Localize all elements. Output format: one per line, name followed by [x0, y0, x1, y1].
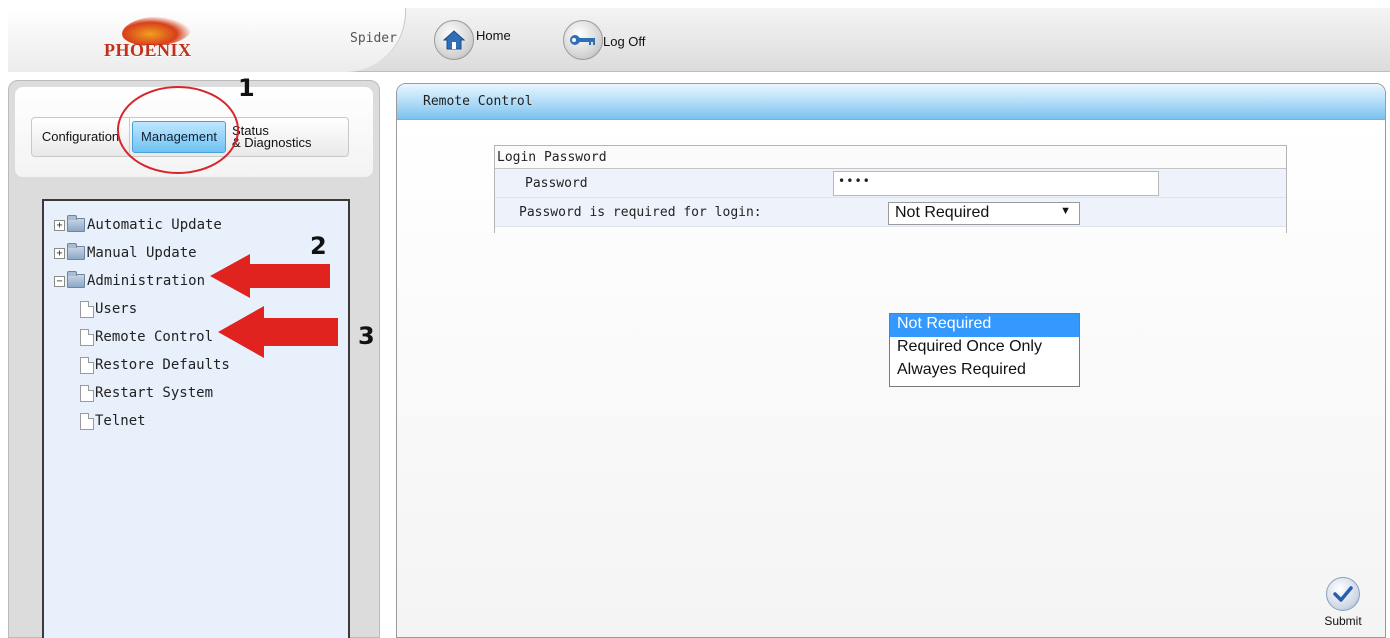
tree-item-label: Remote Control — [95, 329, 214, 345]
tree-item-telnet[interactable]: Telnet — [54, 407, 230, 435]
page-icon — [80, 412, 94, 430]
tree-item-manual-update[interactable]: + Manual Update — [54, 239, 230, 267]
password-field[interactable]: •••• — [833, 171, 1159, 196]
tree-item-automatic-update[interactable]: + Automatic Update — [54, 211, 230, 239]
tab-status-line2: & Diagnostics — [232, 135, 312, 150]
option-required-once-only[interactable]: Required Once Only — [890, 337, 1079, 360]
folder-icon — [67, 243, 85, 260]
logo-text: PHOENIX — [104, 40, 192, 60]
home-button[interactable]: Home — [434, 20, 511, 60]
main-panel: Remote Control Login Password Password •… — [396, 83, 1386, 638]
submit-label: Submit — [1324, 614, 1362, 628]
password-row: Password •••• — [495, 169, 1286, 198]
option-not-required[interactable]: Not Required — [890, 314, 1079, 337]
panel-body: Login Password Password •••• Password is… — [397, 121, 1385, 637]
annotation-number-3: 3 — [358, 322, 375, 350]
password-required-row: Password is required for login: Not Requ… — [495, 198, 1286, 227]
tree-item-label: Administration — [87, 273, 206, 289]
key-icon — [563, 20, 603, 60]
panel-title: Remote Control — [397, 84, 1385, 120]
password-required-select[interactable]: Not Required ▼ — [888, 202, 1080, 225]
dropdown-arrow-icon: ▼ — [1060, 205, 1071, 217]
log-off-label: Log Off — [603, 34, 646, 49]
checkmark-icon — [1326, 577, 1360, 611]
page-icon — [80, 300, 94, 318]
page-icon — [80, 384, 94, 402]
expand-icon[interactable]: + — [54, 219, 65, 231]
folder-icon — [67, 271, 85, 288]
folder-icon — [67, 215, 85, 232]
collapse-icon[interactable]: − — [54, 275, 65, 287]
password-required-label: Password is required for login: — [519, 205, 762, 220]
section-title: Login Password — [495, 146, 1286, 169]
tree-item-restart-system[interactable]: Restart System — [54, 379, 230, 407]
password-required-options: Not Required Required Once Only Alwayes … — [889, 313, 1080, 387]
annotation-arrow-3 — [218, 306, 338, 358]
tree-item-label: Users — [95, 301, 138, 317]
logo-area: PHOENIX — [8, 8, 406, 72]
password-label: Password — [525, 176, 588, 191]
phoenix-logo: PHOENIX — [104, 16, 224, 62]
tab-status-diagnostics[interactable]: Status & Diagnostics — [228, 118, 348, 156]
annotation-circle — [117, 86, 239, 174]
annotation-number-1: 1 — [238, 74, 255, 102]
page-icon — [80, 356, 94, 374]
tree-item-restore-defaults[interactable]: Restore Defaults — [54, 351, 230, 379]
tree-item-label: Restart System — [95, 385, 214, 401]
expand-icon[interactable]: + — [54, 247, 65, 259]
select-value: Not Required — [895, 204, 990, 221]
tree-item-label: Automatic Update — [87, 217, 222, 233]
home-label: Home — [476, 28, 511, 43]
tree-item-label: Telnet — [95, 413, 146, 429]
annotation-arrow-2 — [210, 254, 330, 298]
tab-configuration[interactable]: Configuration — [32, 118, 130, 156]
tree-item-users[interactable]: Users — [54, 295, 230, 323]
home-icon — [434, 20, 474, 60]
option-always-required[interactable]: Alwayes Required — [890, 360, 1079, 383]
device-name: Spider — [350, 31, 397, 46]
submit-button[interactable]: Submit — [1321, 577, 1365, 628]
tree-item-administration[interactable]: − Administration — [54, 267, 230, 295]
log-off-button[interactable]: Log Off — [563, 20, 645, 60]
tree-item-remote-control[interactable]: Remote Control — [54, 323, 230, 351]
tree-item-label: Manual Update — [87, 245, 197, 261]
tree-item-label: Restore Defaults — [95, 357, 230, 373]
page-icon — [80, 328, 94, 346]
top-bar: PHOENIX Spider Home Log Off — [8, 8, 1390, 72]
login-password-section: Login Password Password •••• Password is… — [494, 145, 1287, 233]
